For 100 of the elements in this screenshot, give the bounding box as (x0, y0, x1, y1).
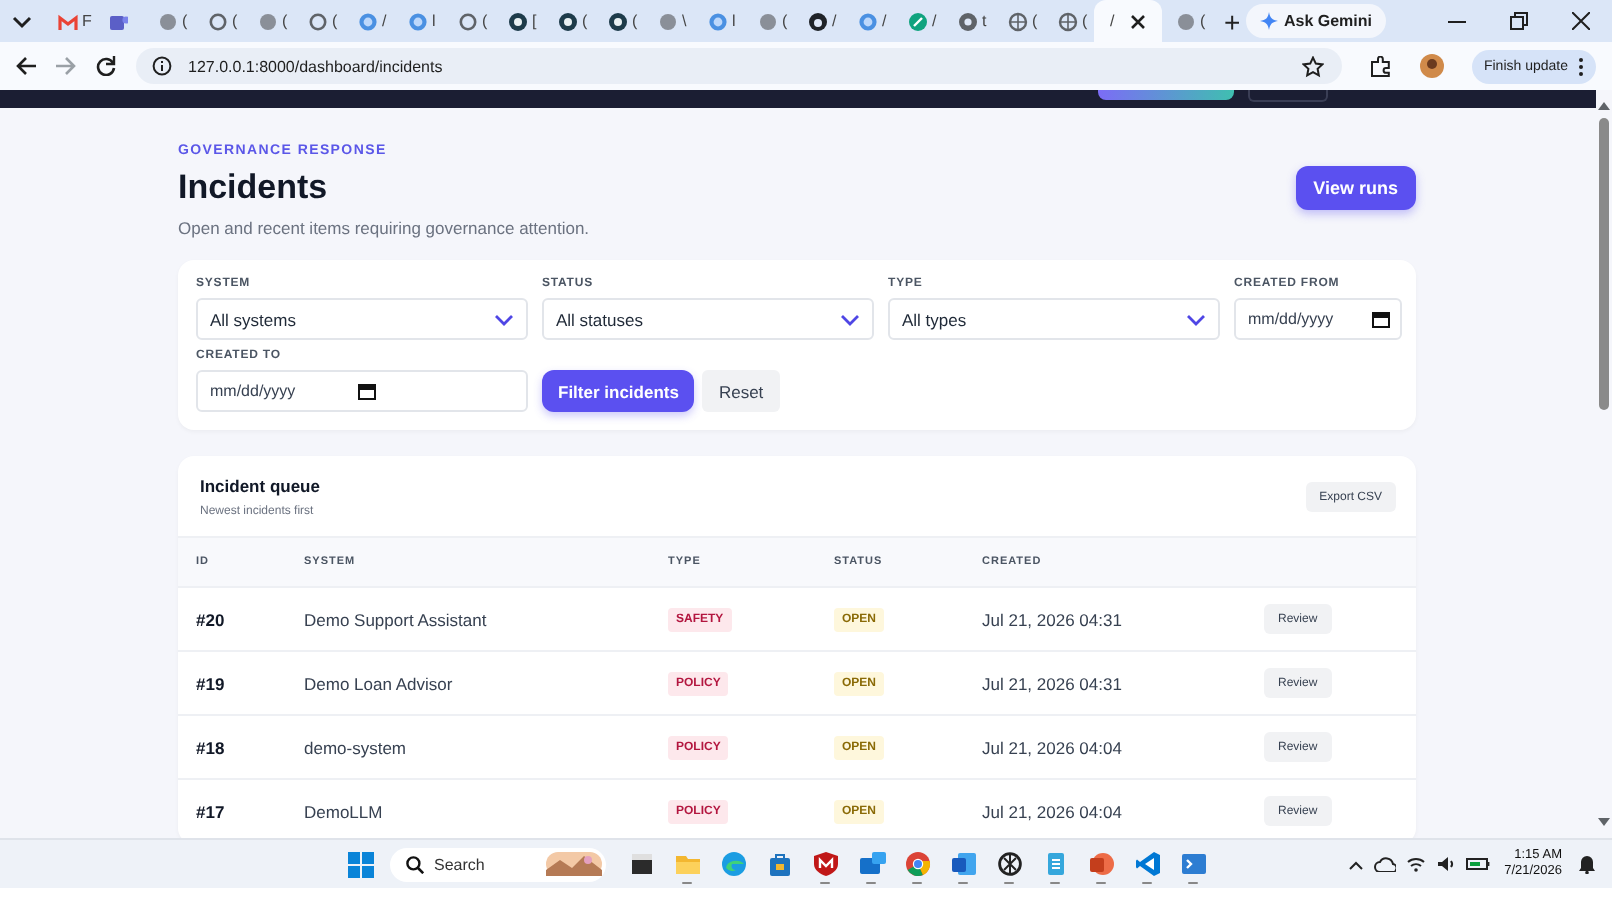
browser-tab[interactable]: / (894, 0, 944, 42)
globe-icon (408, 11, 428, 31)
select-dropdown[interactable]: All types (888, 298, 1220, 340)
chevron-down-icon (840, 313, 860, 325)
running-indicator (958, 881, 968, 884)
card-title: Incident queue (200, 476, 320, 496)
system-name: Demo Support Assistant (304, 609, 489, 629)
globe-icon (708, 11, 728, 31)
bell-icon (1578, 854, 1596, 874)
created-date: Jul 21, 2026 04:31 (982, 673, 1124, 693)
system-name: DemoLLM (304, 801, 385, 821)
browser-tab[interactable]: / (344, 0, 394, 42)
system-name: demo-system (304, 737, 409, 757)
chevron-down-icon (494, 313, 514, 325)
circle-icon (608, 11, 628, 31)
calendar-icon (357, 382, 376, 400)
circle-icon (458, 11, 478, 31)
calendar-icon (1372, 310, 1390, 328)
browser-tab[interactable]: l (694, 0, 744, 42)
browser-tab[interactable]: ( (1162, 0, 1212, 42)
chrome-icon (958, 11, 978, 31)
nav-button[interactable] (1098, 90, 1234, 100)
running-indicator (1142, 881, 1152, 884)
code-editor-icon (1133, 850, 1161, 878)
chevron-down-icon (1186, 313, 1206, 325)
globe-icon (358, 11, 378, 31)
running-indicator (1188, 881, 1198, 884)
created-date: Jul 21, 2026 04:31 (982, 609, 1124, 629)
browser-tab[interactable]: l (394, 0, 444, 42)
landscape-icon (546, 852, 602, 876)
running-indicator (866, 881, 876, 884)
globe-icon (1008, 11, 1028, 31)
browser-tab[interactable]: ( (544, 0, 594, 42)
back-arrow-icon (16, 56, 36, 76)
view-runs-button[interactable]: View runs (1295, 166, 1416, 210)
avatar-icon (1419, 54, 1444, 78)
incident-id: #19 (196, 673, 227, 693)
circle-icon (208, 11, 228, 31)
people-icon (108, 11, 128, 31)
forward-arrow-icon (56, 56, 76, 76)
globe-icon (1058, 11, 1078, 31)
select-dropdown[interactable]: All statuses (542, 298, 874, 340)
filter-incidents-button[interactable]: Filter incidents (542, 370, 695, 412)
browser-tab[interactable]: [ (494, 0, 544, 42)
circle-icon (258, 11, 278, 31)
browser-tab[interactable]: ( (594, 0, 644, 42)
date-field[interactable]: mm/dd/yyyy (196, 370, 528, 412)
circle-icon (558, 11, 578, 31)
browser-tab[interactable]: ( (144, 0, 194, 42)
browser-tab[interactable]: ( (994, 0, 1044, 42)
circle-icon (1176, 11, 1196, 31)
browser-tab[interactable]: ( (1044, 0, 1094, 42)
info-icon (152, 56, 172, 76)
incident-id: #18 (196, 737, 227, 757)
address-bar[interactable]: 127.0.0.1:8000/dashboard/incidents (136, 48, 1342, 84)
running-indicator (1050, 881, 1060, 884)
date-field[interactable]: mm/dd/yyyy (1234, 298, 1402, 340)
shield-icon (811, 850, 839, 878)
folder-icon (673, 850, 701, 878)
browser-tab[interactable]: F (44, 0, 94, 42)
page-subtitle: Open and recent items requiring governance attention. (178, 218, 590, 238)
presentation-icon (1087, 850, 1115, 878)
sparkle-icon (1259, 12, 1278, 30)
system-name: Demo Loan Advisor (304, 673, 455, 693)
circle-icon (758, 11, 778, 31)
reset-button[interactable]: Reset (702, 370, 780, 412)
browser-tab[interactable]: / (794, 0, 844, 42)
close-icon (1130, 13, 1147, 29)
cloud-icon (1374, 856, 1397, 872)
browser-tab[interactable]: ( (444, 0, 494, 42)
created-date: Jul 21, 2026 04:04 (982, 737, 1124, 757)
circle-icon (658, 11, 678, 31)
search-field[interactable]: Search (390, 847, 606, 881)
wifi-icon (1406, 856, 1427, 872)
speaker-icon (1436, 856, 1457, 872)
browser-tab[interactable]: ( (294, 0, 344, 42)
windows-logo-icon (348, 851, 374, 877)
browser-tab[interactable]: / (844, 0, 894, 42)
star-icon (1301, 55, 1324, 77)
created-date: Jul 21, 2026 04:04 (982, 801, 1124, 821)
terminal-icon (1179, 850, 1207, 878)
circle-icon (308, 11, 328, 31)
shopping-bag-icon (765, 850, 793, 878)
browser-tab[interactable]: t (944, 0, 994, 42)
page-title: Incidents (178, 168, 330, 208)
browser-tab[interactable]: ( (244, 0, 294, 42)
browser-tab[interactable]: \ (644, 0, 694, 42)
puzzle-icon (1369, 55, 1392, 77)
select-dropdown[interactable]: All systems (196, 298, 528, 340)
chevron-up-icon (1348, 859, 1365, 869)
scrollbar[interactable] (1596, 90, 1612, 832)
more-icon (1578, 57, 1584, 75)
browser-tab[interactable]: ( (194, 0, 244, 42)
running-indicator (820, 881, 830, 884)
browser-tab[interactable]: ( (744, 0, 794, 42)
new-tab-button[interactable]: + (1224, 7, 1241, 35)
browser-tab[interactable]: / (1094, 0, 1162, 42)
ask-gemini-button[interactable]: Ask Gemini (1245, 4, 1386, 38)
running-indicator (1004, 881, 1014, 884)
globe-icon (858, 11, 878, 31)
